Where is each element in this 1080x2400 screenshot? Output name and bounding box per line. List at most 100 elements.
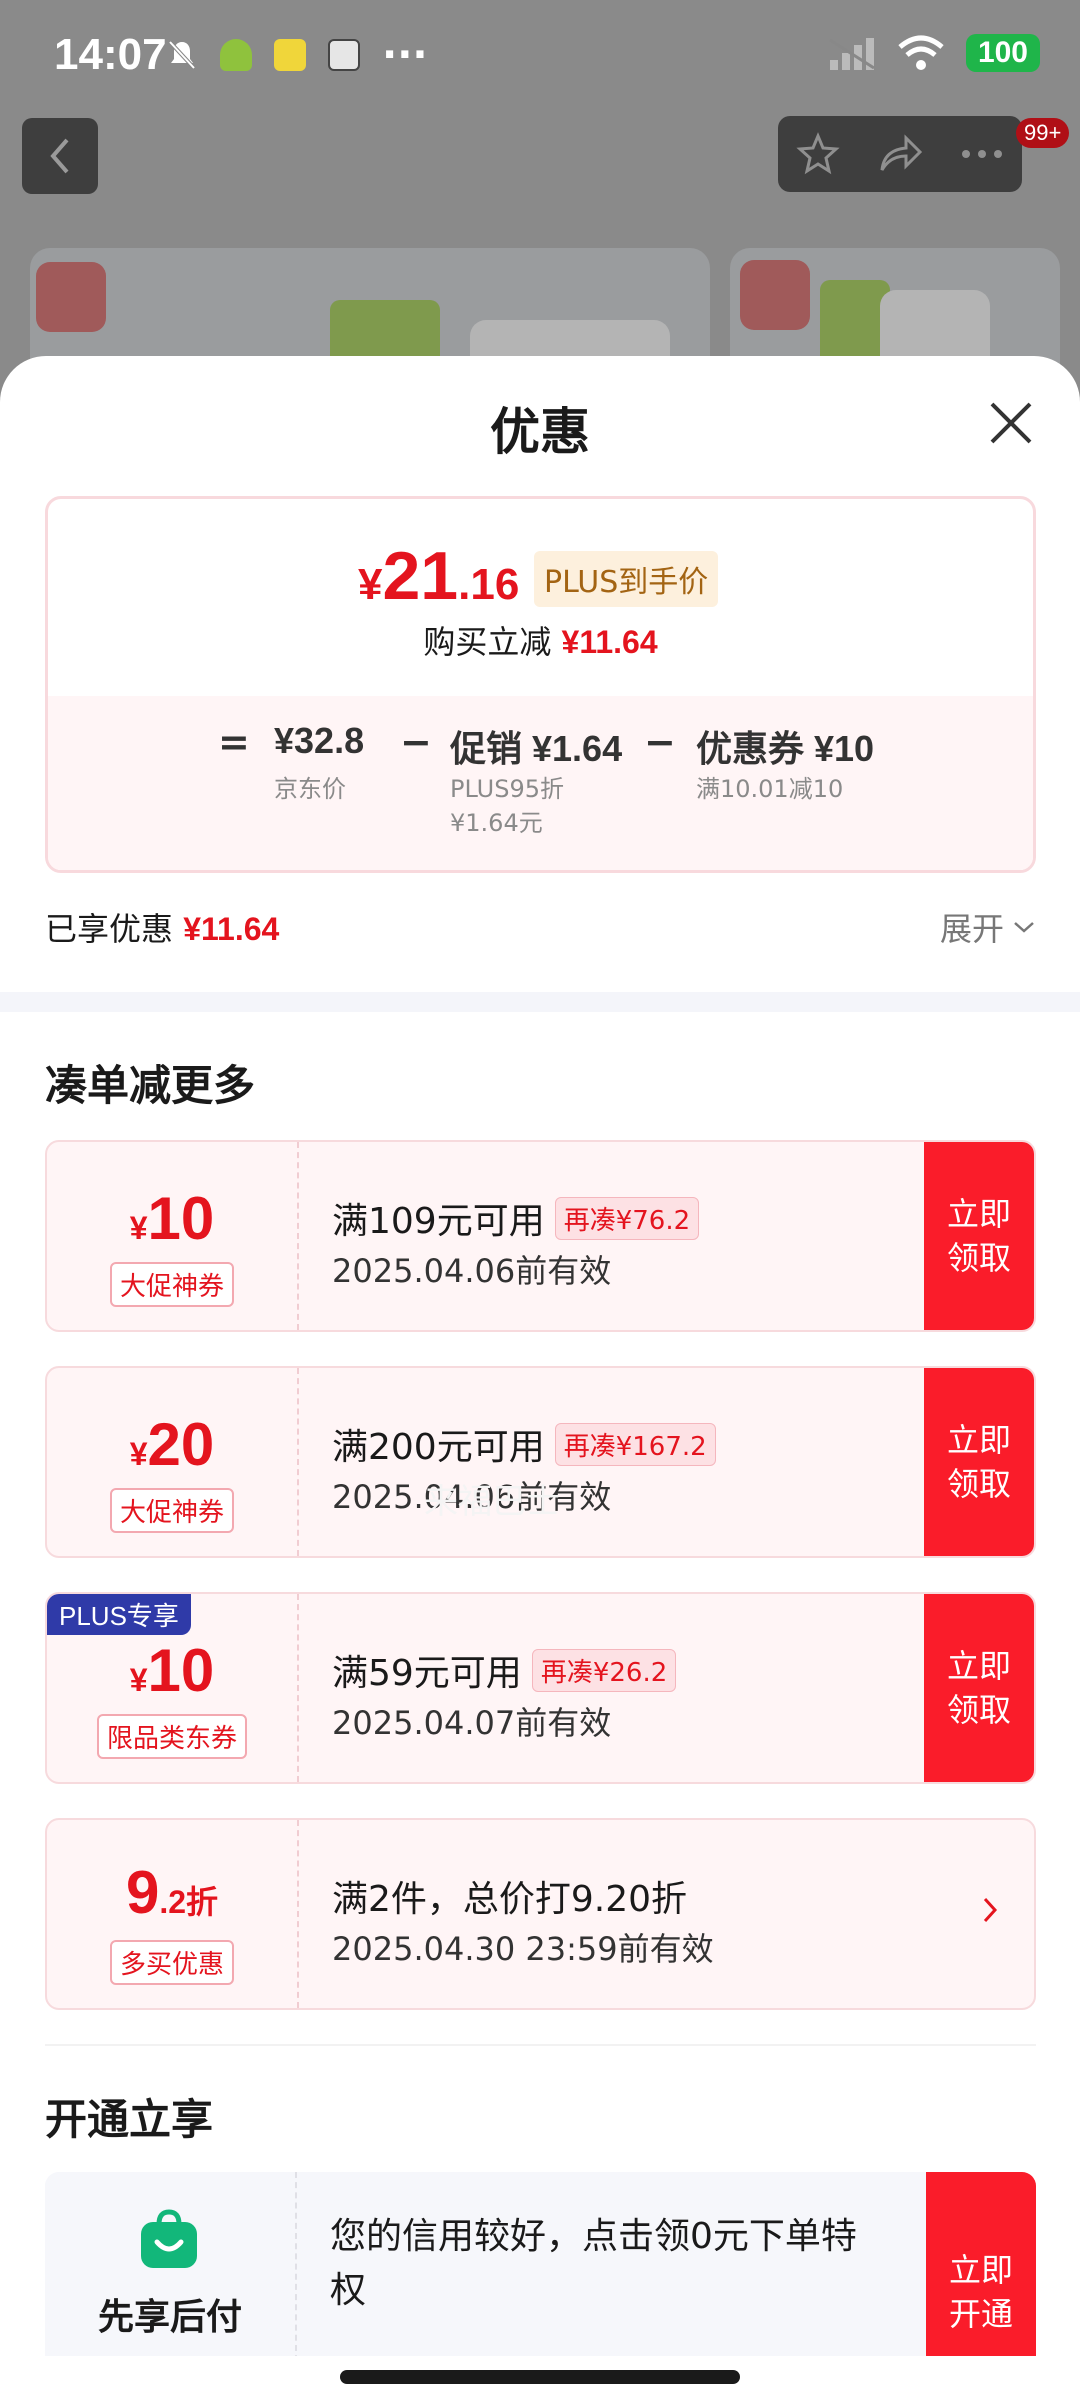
final-price: ¥21.16 <box>358 537 519 615</box>
instant-cut-value: ¥11.64 <box>561 624 658 660</box>
coupon-amount: ¥20 <box>47 1410 297 1479</box>
plus-exclusive-tag: PLUS专享 <box>47 1594 191 1635</box>
breakdown-minus-1: − <box>400 720 432 764</box>
final-price-decimal: .16 <box>458 560 520 609</box>
discount-amount-area: 9.2折 多买优惠 <box>47 1820 297 2008</box>
coupon-amount: ¥10 <box>47 1184 297 1253</box>
expand-label: 展开 <box>939 910 1004 948</box>
coupon-condition-row: 满59元可用 再凑¥26.2 <box>332 1644 677 1696</box>
status-time: 14:07 <box>54 30 167 79</box>
breakdown-promo: 促销 ¥1.64 <box>450 720 622 772</box>
chevron-left-icon <box>50 138 69 174</box>
final-price-currency: ¥ <box>358 560 383 609</box>
discount-sheet: 优惠 ¥21.16 PLUS到手价 购买立减 ¥11.64 = ¥32.8 京东… <box>0 356 1080 2400</box>
enjoyed-value: ¥11.64 <box>183 911 280 947</box>
breakdown-equals: = <box>218 720 250 764</box>
section-title-more: 凑单减更多 <box>45 1061 256 1110</box>
coupon-card: ¥20 大促神券 满200元可用 再凑¥167.2 2025.04.06前有效 … <box>45 1366 1036 1558</box>
discount-type-tag: 多买优惠 <box>109 1940 235 1985</box>
price-breakdown: = ¥32.8 京东价 − 促销 ¥1.64 PLUS95折 ¥1.64元 − … <box>48 696 1033 870</box>
signal-icon <box>829 38 875 70</box>
instant-cut: 购买立减 ¥11.64 <box>48 617 1033 663</box>
coupon-type-tag: 大促神券 <box>109 1488 235 1533</box>
breakdown-minus-2: − <box>644 720 676 764</box>
plus-price-badge: PLUS到手价 <box>534 551 719 607</box>
section-divider <box>0 992 1080 1012</box>
pay-later-label: 先享后付 <box>97 2297 242 2338</box>
enjoyed-label: 已享优惠 <box>45 910 174 948</box>
coupon-card: ¥10 限品类东券 PLUS专享 满59元可用 再凑¥26.2 2025.04.… <box>45 1592 1036 1784</box>
wifi-icon <box>898 35 944 70</box>
discount-condition-row: 满2件，总价打9.20折 <box>332 1870 687 1922</box>
coupon-condition-row: 满200元可用 再凑¥167.2 <box>332 1418 716 1470</box>
screenshot-icon <box>328 39 360 71</box>
brand-logo-2 <box>740 260 810 330</box>
watermark-text: 来福巴士 <box>424 1482 560 1522</box>
section-title-open: 开通立享 <box>45 2095 214 2144</box>
expand-button[interactable]: 展开 <box>940 904 1036 950</box>
close-icon[interactable] <box>986 398 1036 448</box>
coupon-condition: 满59元可用 <box>332 1653 522 1694</box>
coupon-remaining-pill: 再凑¥26.2 <box>531 1648 677 1692</box>
coupon-value: 20 <box>147 1411 215 1478</box>
coupon-amount-area: ¥10 大促神券 <box>47 1142 297 1330</box>
more-icon[interactable] <box>960 148 1004 160</box>
brand-logo <box>36 262 106 332</box>
status-bar: 14:07 ··· 100 <box>0 0 1080 110</box>
equals-sign: = <box>218 720 250 764</box>
message-count-badge: 99+ <box>1016 118 1070 148</box>
final-price-area: ¥21.16 PLUS到手价 购买立减 ¥11.64 <box>48 499 1033 699</box>
breakdown-coupon: 优惠券 ¥10 <box>696 720 874 772</box>
battery-indicator: 100 <box>965 34 1040 72</box>
star-icon[interactable] <box>796 132 840 176</box>
multi-buy-discount-card[interactable]: 9.2折 多买优惠 满2件，总价打9.20折 2025.04.30 23:59前… <box>45 1818 1036 2010</box>
more-notifications-icon: ··· <box>382 32 428 78</box>
discount-condition: 满2件，总价打9.20折 <box>332 1879 688 1920</box>
home-indicator[interactable] <box>340 2370 740 2384</box>
coupon-dashed-divider <box>297 1368 299 1556</box>
claim-coupon-button[interactable]: 立即领取 <box>924 1142 1034 1330</box>
top-action-group <box>778 116 1022 192</box>
coupon-value: 10 <box>147 1637 215 1704</box>
coupon-condition: 满200元可用 <box>332 1427 545 1468</box>
discount-rate-small: .2折 <box>159 1884 219 1920</box>
final-price-integer: 21 <box>382 538 459 614</box>
coupon-condition-row: 满109元可用 再凑¥76.2 <box>332 1192 700 1244</box>
coupon-type-tag: 大促神券 <box>109 1262 235 1307</box>
coupon-condition: 满109元可用 <box>332 1201 545 1242</box>
coupon-dashed-divider <box>297 1142 299 1330</box>
share-icon[interactable] <box>876 132 924 176</box>
coupon-currency: ¥ <box>129 1210 148 1246</box>
coupon-amount-area: ¥20 大促神券 <box>47 1368 297 1556</box>
jd-price-value: ¥32.8 <box>274 720 365 761</box>
mute-bell-icon <box>168 40 196 70</box>
jd-price-label: 京东价 <box>274 775 346 803</box>
navigation-bar <box>0 2356 1080 2400</box>
pay-later-text: 您的信用较好，点击领0元下单特权 <box>330 2216 857 2311</box>
coupon-remaining-pill: 再凑¥76.2 <box>554 1196 700 1240</box>
coupon-value: 优惠券 ¥10 <box>696 728 875 769</box>
minus-sign: − <box>644 720 676 764</box>
chevron-right-icon <box>983 1897 998 1923</box>
coupon-remaining-pill: 再凑¥167.2 <box>554 1422 716 1466</box>
promo-sub-1: PLUS95折 <box>450 775 564 803</box>
claim-coupon-button[interactable]: 立即领取 <box>924 1368 1034 1556</box>
price-summary-box: ¥21.16 PLUS到手价 购买立减 ¥11.64 = ¥32.8 京东价 −… <box>45 496 1036 873</box>
coupon-validity: 2025.04.07前有效 <box>332 1704 612 1742</box>
sheet-title: 优惠 <box>490 403 590 461</box>
discount-validity: 2025.04.30 23:59前有效 <box>332 1930 714 1968</box>
promo-sub-2: ¥1.64元 <box>450 809 543 837</box>
coupon-dashed-divider <box>297 1594 299 1782</box>
breakdown-jd-price: ¥32.8 <box>274 720 364 762</box>
claim-coupon-button[interactable]: 立即领取 <box>924 1594 1034 1782</box>
android-icon <box>220 39 252 71</box>
coupon-card: ¥10 大促神券 满109元可用 再凑¥76.2 2025.04.06前有效 立… <box>45 1140 1036 1332</box>
coupon-sub: 满10.01减10 <box>696 775 844 803</box>
promo-value: 促销 ¥1.64 <box>450 728 623 769</box>
discount-rate-big: 9 <box>125 1859 160 1926</box>
section-divider-thin <box>45 2044 1036 2046</box>
coupon-dashed-divider <box>297 1820 299 2008</box>
coupon-currency: ¥ <box>129 1662 148 1698</box>
chevron-down-icon <box>1014 922 1034 933</box>
back-button[interactable] <box>22 118 98 194</box>
